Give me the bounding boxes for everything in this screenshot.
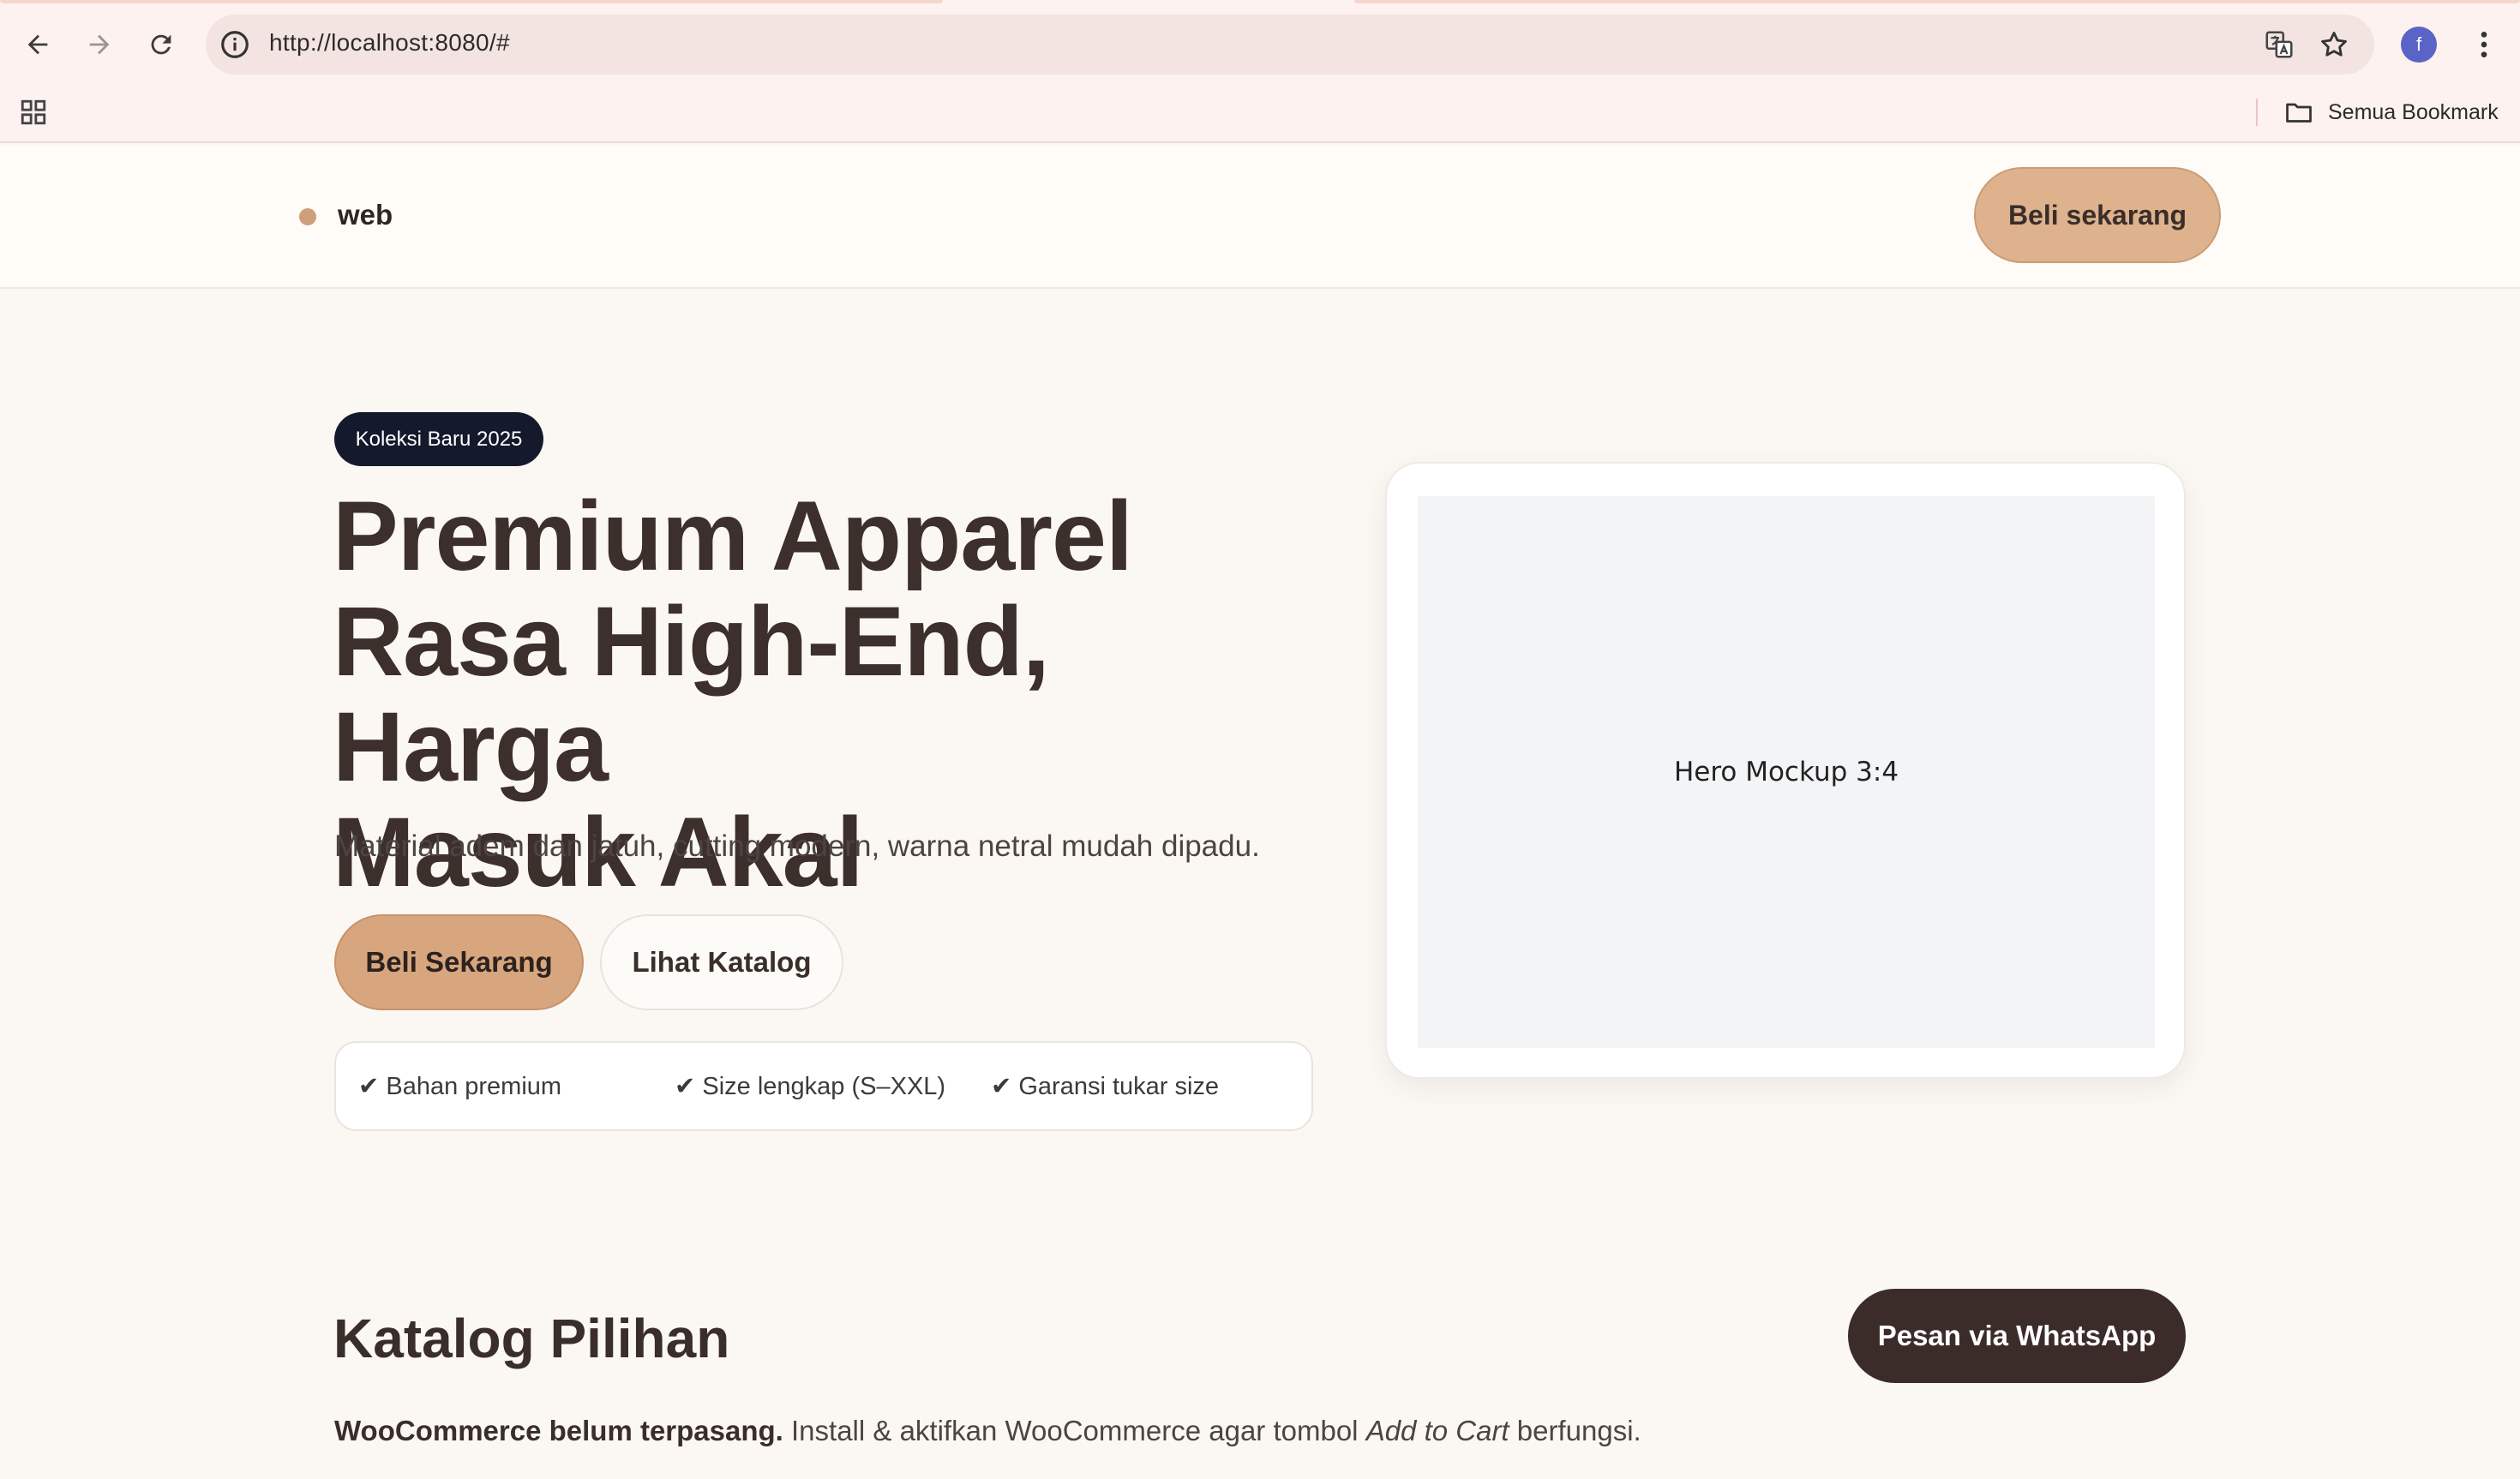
forward-button[interactable] (81, 26, 118, 63)
notice-italic: Add to Cart (1365, 1415, 1509, 1446)
hero-subtitle: Material adem dan jatuh, cutting modern,… (334, 829, 1260, 863)
bookmarks-label: Semua Bookmark (2328, 99, 2499, 124)
hero-mockup-card: Hero Mockup 3:4 (1385, 462, 2186, 1079)
notice-text: Install & aktifkan WooCommerce agar tomb… (783, 1415, 1366, 1446)
folder-icon (2286, 103, 2312, 123)
site-header: web Beli sekarang (0, 145, 2520, 289)
brand-logo[interactable]: web (338, 199, 393, 231)
brand-dot-icon (299, 208, 316, 225)
star-icon[interactable] (2318, 28, 2350, 61)
hero-mockup-placeholder: Hero Mockup 3:4 (1418, 496, 2155, 1048)
browser-toolbar: http://localhost:8080/# f Semua Bookmark (0, 0, 2520, 143)
url-text[interactable]: http://localhost:8080/# (269, 29, 510, 57)
reload-icon (151, 34, 171, 55)
feature-item: ✔ Bahan premium (358, 1073, 562, 1100)
profile-avatar[interactable]: f (2401, 27, 2437, 63)
info-icon[interactable] (219, 28, 251, 61)
header-buy-button[interactable]: Beli sekarang (1974, 167, 2221, 263)
notice-bold: WooCommerce belum terpasang. (334, 1415, 783, 1446)
hero-title-line: Premium Apparel (333, 482, 1133, 591)
tab-strip-edge (0, 0, 2520, 5)
more-vert-icon[interactable] (2467, 27, 2501, 62)
address-bar[interactable]: http://localhost:8080/# (206, 15, 2374, 75)
bookmark-separator (2256, 99, 2258, 126)
woocommerce-notice: WooCommerce belum terpasang. Install & a… (334, 1415, 1641, 1447)
buy-now-button[interactable]: Beli Sekarang (334, 914, 584, 1010)
forward-arrow-icon (89, 34, 110, 55)
view-catalog-button[interactable]: Lihat Katalog (600, 914, 843, 1010)
back-button[interactable] (19, 26, 57, 63)
all-bookmarks-button[interactable]: Semua Bookmark (2283, 95, 2499, 129)
translate-icon[interactable] (2263, 28, 2295, 61)
hero-title-line: Rasa High-End, Harga (333, 587, 1050, 802)
back-arrow-icon (27, 34, 48, 55)
new-collection-badge: Koleksi Baru 2025 (334, 412, 543, 466)
feature-item: ✔ Size lengkap (S–XXL) (675, 1073, 946, 1100)
feature-list: ✔ Bahan premium ✔ Size lengkap (S–XXL) ✔… (334, 1041, 1313, 1131)
whatsapp-order-button[interactable]: Pesan via WhatsApp (1848, 1289, 2186, 1383)
catalog-title: Katalog Pilihan (333, 1308, 730, 1369)
apps-grid-icon[interactable] (19, 98, 48, 127)
feature-item: ✔ Garansi tukar size (991, 1073, 1220, 1100)
notice-text: berfungsi. (1509, 1415, 1641, 1446)
reload-button[interactable] (142, 26, 180, 63)
